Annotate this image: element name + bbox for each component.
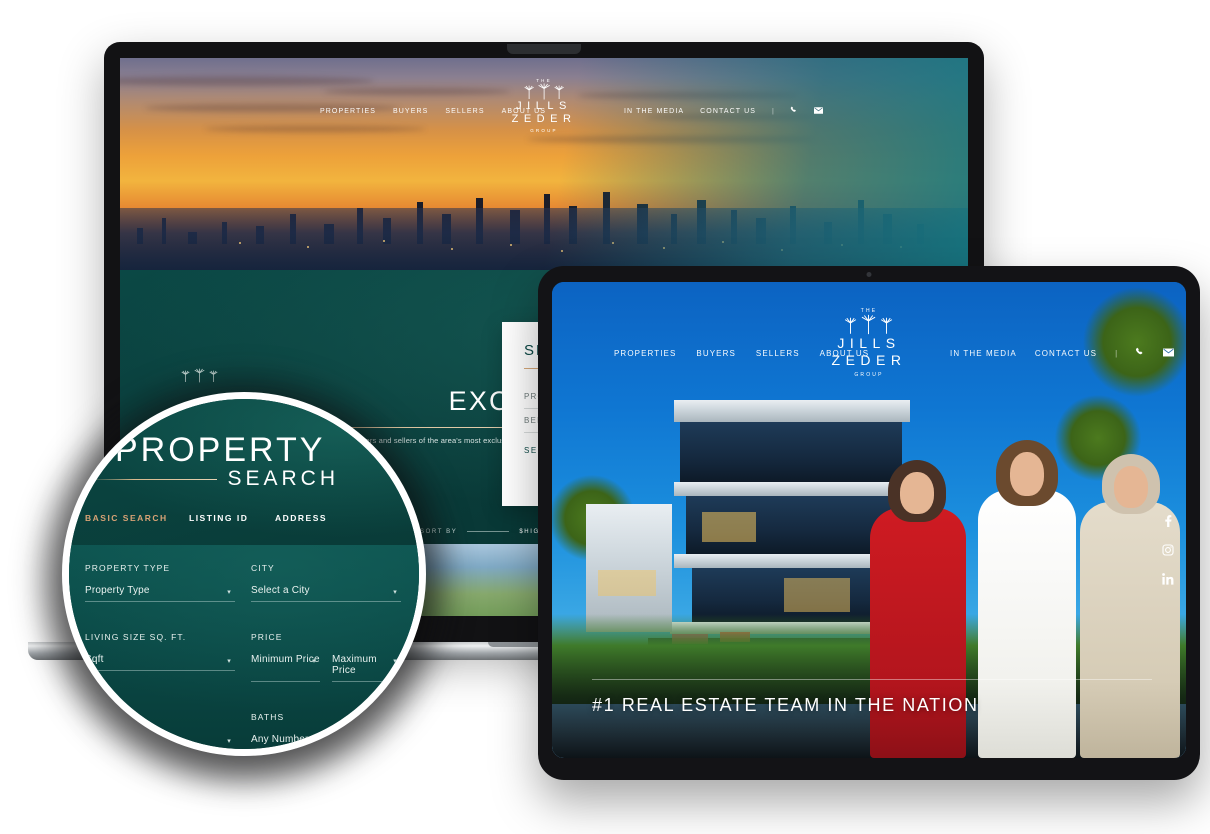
label-baths: BATHS <box>251 712 285 722</box>
sort-rule <box>467 531 510 532</box>
brand-group: GROUP <box>530 127 558 133</box>
nav-link-in-the-media[interactable]: IN THE MEDIA <box>950 349 1017 358</box>
laptop-hero-image: PROPERTIES BUYERS SELLERS ABOUT US THE J… <box>120 58 968 270</box>
facebook-icon[interactable] <box>1161 514 1174 527</box>
agent-photo <box>968 440 1084 758</box>
tab-address[interactable]: ADDRESS <box>275 513 327 523</box>
nav-link-buyers[interactable]: BUYERS <box>393 108 428 115</box>
tablet-device: PROPERTIES BUYERS SELLERS ABOUT US THE J… <box>538 266 1200 780</box>
laptop-site-nav: PROPERTIES BUYERS SELLERS ABOUT US THE J… <box>120 78 968 133</box>
brand-jills: JILLS <box>837 335 901 351</box>
brand-zeder: ZEDER <box>511 112 577 125</box>
select-living-size[interactable]: Sqft ▾ <box>85 654 235 671</box>
field-living-size: LIVING SIZE SQ. FT. Sqft ▾ <box>85 632 235 682</box>
brand-group: GROUP <box>854 371 884 378</box>
brand-jills: JILLS <box>516 100 572 112</box>
label-city: CITY <box>251 563 275 573</box>
select-baths[interactable]: Any Number <box>251 734 401 749</box>
tablet-tagline: #1 REAL ESTATE TEAM IN THE NATION <box>592 695 979 715</box>
nav-links-right: IN THE MEDIA CONTACT US | <box>950 347 1175 359</box>
label-beds: BEDS <box>85 712 113 722</box>
tablet-body: PROPERTIES BUYERS SELLERS ABOUT US THE J… <box>538 266 1200 780</box>
label-price: PRICE <box>251 632 283 642</box>
palm-trees-icon <box>512 83 577 100</box>
field-city: CITY Select a City ▾ <box>251 563 401 602</box>
field-beds: BEDS Any Number ▾ <box>85 712 235 749</box>
nav-link-properties[interactable]: PROPERTIES <box>614 349 676 358</box>
select-property-type[interactable]: Property Type ▾ <box>85 585 235 602</box>
value-property-type: Property Type <box>85 585 150 596</box>
property-search-tabs: BASIC SEARCH LISTING ID ADDRESS <box>85 513 419 523</box>
tab-basic-search[interactable]: BASIC SEARCH <box>85 513 189 523</box>
chevron-down-icon: ▾ <box>227 589 231 596</box>
palm-trees-icon <box>832 314 907 335</box>
nav-link-sellers[interactable]: SELLERS <box>756 349 800 358</box>
label-living-size: LIVING SIZE SQ. FT. <box>85 632 187 642</box>
chevron-down-icon: ▾ <box>393 658 397 665</box>
brand-zeder: ZEDER <box>831 351 907 368</box>
brand-logo[interactable]: THE JILLS ZEDER GROUP <box>512 78 577 133</box>
property-search-subtitle: SEARCH <box>227 467 339 490</box>
nav-divider: | <box>1115 348 1118 358</box>
mockup-stage: PROPERTIES BUYERS SELLERS ABOUT US THE J… <box>0 0 1210 834</box>
value-beds: Any Number <box>85 734 143 745</box>
field-property-type: PROPERTY TYPE Property Type ▾ <box>85 563 235 602</box>
envelope-icon[interactable] <box>813 106 823 116</box>
nav-link-properties[interactable]: PROPERTIES <box>320 108 376 115</box>
nav-divider: | <box>772 107 774 115</box>
phone-icon[interactable] <box>790 106 798 116</box>
chevron-down-icon: ▾ <box>312 658 316 665</box>
brand-logo[interactable]: THE JILLS ZEDER GROUP <box>832 308 907 378</box>
select-min-price[interactable]: Minimum Price ▾ <box>251 654 320 682</box>
field-baths: BATHS Any Number <box>251 712 401 749</box>
nav-link-contact-us[interactable]: CONTACT US <box>1035 349 1097 358</box>
nav-link-in-the-media[interactable]: IN THE MEDIA <box>624 108 684 115</box>
chevron-down-icon: ▾ <box>227 738 231 745</box>
value-baths: Any Number <box>251 734 309 745</box>
tagline-rule <box>592 679 1152 680</box>
nav-link-sellers[interactable]: SELLERS <box>445 108 484 115</box>
select-beds[interactable]: Any Number ▾ <box>85 734 235 749</box>
property-search-rule <box>89 478 218 480</box>
value-min-price: Minimum Price <box>251 654 320 665</box>
linkedin-icon[interactable] <box>1161 572 1174 585</box>
property-search-title: PROPERTY <box>115 431 326 469</box>
instagram-icon[interactable] <box>1161 543 1174 556</box>
tablet-site-nav: PROPERTIES BUYERS SELLERS ABOUT US THE J… <box>552 308 1186 378</box>
phone-icon[interactable] <box>1135 347 1145 359</box>
nav-link-buyers[interactable]: BUYERS <box>696 349 736 358</box>
value-city: Select a City <box>251 585 310 596</box>
value-living-size: Sqft <box>85 654 104 665</box>
social-links-rail <box>1161 514 1174 585</box>
label-property-type: PROPERTY TYPE <box>85 563 171 573</box>
envelope-icon[interactable] <box>1163 348 1175 359</box>
value-max-price: Maximum Price <box>332 654 377 676</box>
nav-links-right: IN THE MEDIA CONTACT US | <box>624 106 823 116</box>
nav-link-contact-us[interactable]: CONTACT US <box>700 108 756 115</box>
property-search-form: PROPERTY TYPE Property Type ▾ CITY Selec… <box>85 563 411 749</box>
laptop-webcam-notch <box>507 44 581 54</box>
field-price: PRICE Minimum Price ▾ Maximum Price ▾ <box>251 632 401 682</box>
select-city[interactable]: Select a City ▾ <box>251 585 401 602</box>
tab-listing-id[interactable]: LISTING ID <box>189 513 275 523</box>
select-max-price[interactable]: Maximum Price ▾ <box>332 654 401 682</box>
tablet-front-camera <box>866 272 872 277</box>
chevron-down-icon: ▾ <box>393 589 397 596</box>
chevron-down-icon: ▾ <box>227 658 231 665</box>
agent-photo <box>1074 452 1186 758</box>
magnifier-circle: PROPERTY SEARCH BASIC SEARCH LISTING ID … <box>62 392 426 756</box>
tablet-screen: PROPERTIES BUYERS SELLERS ABOUT US THE J… <box>552 282 1186 758</box>
